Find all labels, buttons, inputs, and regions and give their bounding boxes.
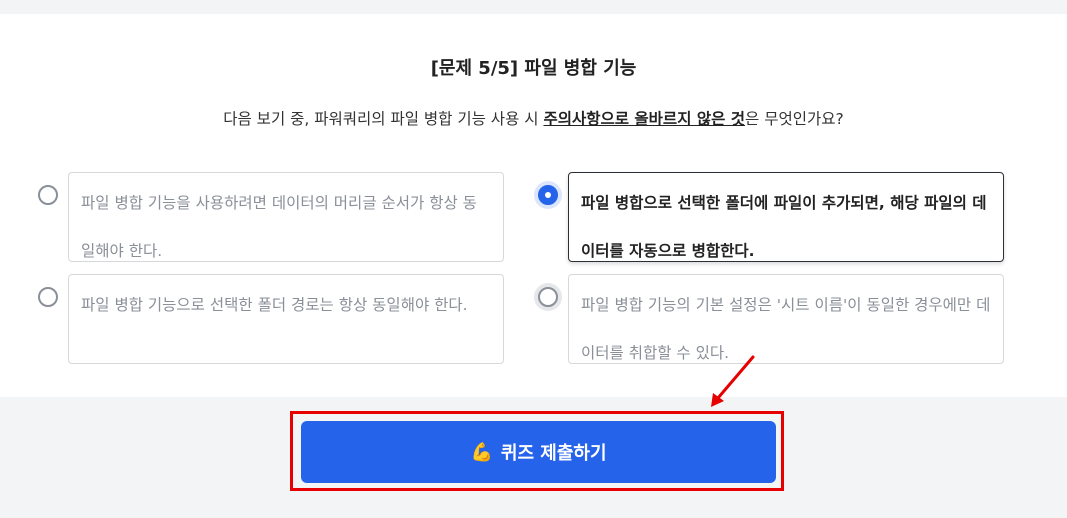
pointer-arrow-icon xyxy=(711,355,755,407)
